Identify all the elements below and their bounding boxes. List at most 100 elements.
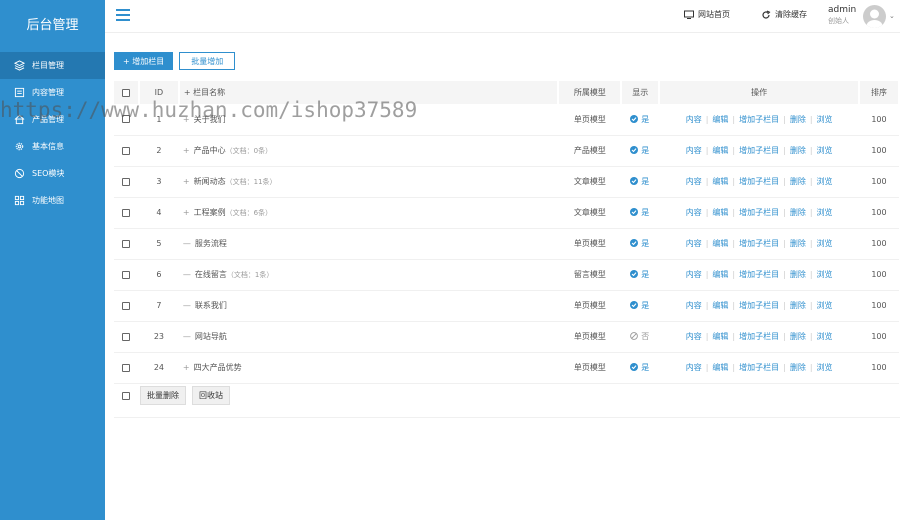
row-checkbox[interactable]: [122, 146, 131, 155]
op-link[interactable]: 编辑: [712, 270, 728, 279]
op-link[interactable]: 编辑: [712, 177, 728, 186]
op-link[interactable]: 内容: [686, 270, 702, 279]
column-table: ID + 栏目名称 所属模型 显示 操作 排序 1 + 关于我们 单页模型是内容 | 编辑…: [114, 81, 900, 384]
op-link[interactable]: 编辑: [712, 301, 728, 310]
op-link[interactable]: 浏览: [817, 363, 833, 372]
op-link[interactable]: 删除: [790, 239, 806, 248]
row-checkbox[interactable]: [122, 177, 131, 186]
clear-cache-link[interactable]: 清除缓存: [761, 9, 807, 20]
expand-toggle[interactable]: +: [183, 177, 190, 186]
expand-toggle[interactable]: —: [183, 270, 191, 279]
sidebar-item-3[interactable]: 基本信息: [0, 133, 105, 160]
select-all-checkbox[interactable]: [121, 88, 130, 97]
show-status[interactable]: 是: [630, 300, 649, 311]
op-link[interactable]: 编辑: [712, 115, 728, 124]
chevron-down-icon[interactable]: ⌄: [889, 12, 895, 20]
show-status[interactable]: 是: [630, 269, 649, 280]
op-link[interactable]: 增加子栏目: [739, 177, 779, 186]
row-checkbox[interactable]: [122, 363, 131, 372]
op-link[interactable]: 编辑: [712, 363, 728, 372]
op-link[interactable]: 编辑: [712, 146, 728, 155]
op-link[interactable]: 内容: [686, 301, 702, 310]
op-link[interactable]: 增加子栏目: [739, 115, 779, 124]
footer-select-all-checkbox[interactable]: [122, 391, 130, 400]
sidebar-item-5[interactable]: 功能地图: [0, 187, 105, 214]
op-link[interactable]: 删除: [790, 115, 806, 124]
sidebar-item-4[interactable]: SEO模块: [0, 160, 105, 187]
table-row: 4 + 工程案例（文档：6条） 文章模型是内容 | 编辑 | 增加子栏目 | 删除 | 浏览 100: [114, 197, 899, 229]
doc-count: （文档：6条）: [225, 209, 273, 217]
menu-toggle-icon[interactable]: [116, 9, 130, 21]
op-link[interactable]: 内容: [686, 177, 702, 186]
expand-toggle[interactable]: —: [183, 239, 191, 248]
user-info[interactable]: admin 创始人: [828, 5, 856, 26]
op-link[interactable]: 增加子栏目: [739, 270, 779, 279]
row-checkbox[interactable]: [122, 208, 131, 217]
show-status[interactable]: 是: [630, 114, 649, 125]
batch-delete-button[interactable]: 批量删除: [140, 386, 186, 405]
avatar[interactable]: [863, 5, 886, 28]
add-column-button[interactable]: + 增加栏目: [114, 52, 174, 70]
row-sort: 100: [858, 321, 899, 353]
separator: |: [783, 177, 786, 186]
op-link[interactable]: 删除: [790, 146, 806, 155]
op-link[interactable]: 删除: [790, 270, 806, 279]
op-link[interactable]: 编辑: [712, 332, 728, 341]
user-role: 创始人: [828, 17, 849, 25]
separator: |: [783, 332, 786, 341]
row-id: 7: [138, 290, 179, 322]
expand-toggle[interactable]: +: [183, 208, 190, 217]
op-link[interactable]: 浏览: [817, 270, 833, 279]
sidebar-item-label: 功能地图: [32, 196, 64, 205]
row-checkbox[interactable]: [122, 239, 131, 248]
site-home-link[interactable]: 网站首页: [684, 9, 730, 20]
op-link[interactable]: 增加子栏目: [739, 239, 779, 248]
show-status[interactable]: 是: [630, 145, 649, 156]
op-link[interactable]: 内容: [686, 115, 702, 124]
row-checkbox[interactable]: [122, 332, 131, 341]
op-link[interactable]: 内容: [686, 146, 702, 155]
row-checkbox[interactable]: [122, 301, 131, 310]
show-status[interactable]: 是: [630, 207, 649, 218]
show-status[interactable]: 是: [630, 176, 649, 187]
separator: |: [705, 363, 709, 372]
op-link[interactable]: 浏览: [817, 115, 833, 124]
op-link[interactable]: 增加子栏目: [739, 208, 779, 217]
recycle-bin-button[interactable]: 回收站: [192, 386, 230, 405]
op-link[interactable]: 增加子栏目: [739, 146, 779, 155]
batch-add-button[interactable]: 批量增加: [179, 52, 236, 70]
show-status[interactable]: 是: [630, 238, 649, 249]
op-link[interactable]: 删除: [790, 332, 806, 341]
op-link[interactable]: 内容: [686, 332, 702, 341]
separator: |: [732, 270, 736, 279]
op-link[interactable]: 增加子栏目: [739, 363, 779, 372]
op-link[interactable]: 删除: [790, 208, 806, 217]
op-link[interactable]: 浏览: [817, 301, 833, 310]
expand-toggle[interactable]: —: [183, 301, 191, 310]
show-status[interactable]: 否: [630, 331, 649, 342]
op-link[interactable]: 浏览: [817, 146, 833, 155]
op-link[interactable]: 增加子栏目: [739, 301, 779, 310]
show-status[interactable]: 是: [630, 362, 649, 373]
sidebar-item-0[interactable]: 栏目管理: [0, 52, 105, 79]
op-link[interactable]: 删除: [790, 177, 806, 186]
op-link[interactable]: 增加子栏目: [739, 332, 779, 341]
expand-toggle[interactable]: +: [183, 146, 190, 155]
separator: |: [705, 208, 709, 217]
op-link[interactable]: 浏览: [817, 239, 833, 248]
op-link[interactable]: 编辑: [712, 239, 728, 248]
expand-toggle[interactable]: —: [183, 332, 191, 341]
separator: |: [783, 146, 786, 155]
op-link[interactable]: 内容: [686, 363, 702, 372]
op-link[interactable]: 浏览: [817, 332, 833, 341]
op-link[interactable]: 浏览: [817, 177, 833, 186]
expand-toggle[interactable]: +: [183, 363, 190, 372]
op-link[interactable]: 浏览: [817, 208, 833, 217]
op-link[interactable]: 内容: [686, 208, 702, 217]
op-link[interactable]: 删除: [790, 363, 806, 372]
op-link[interactable]: 删除: [790, 301, 806, 310]
row-checkbox[interactable]: [122, 270, 131, 279]
op-link[interactable]: 内容: [686, 239, 702, 248]
op-link[interactable]: 编辑: [712, 208, 728, 217]
check-circle-icon: [630, 301, 639, 310]
